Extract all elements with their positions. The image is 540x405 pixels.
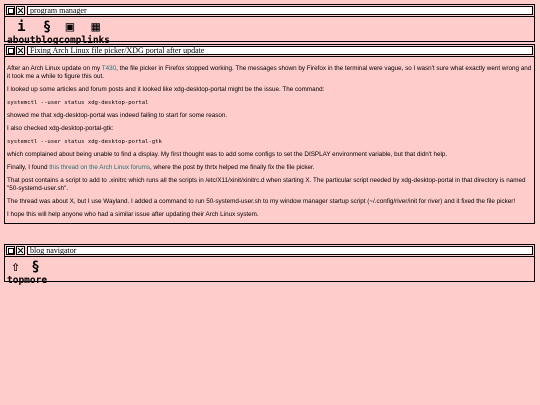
program-manager-window: program manager i about § blog ▣ comp ▦ … (4, 4, 535, 46)
program-manager-titlebar: program manager (5, 5, 534, 17)
article-window: Fixing Arch Linux file picker/XDG portal… (4, 44, 535, 224)
text: Finally, I found (7, 164, 50, 171)
section-icon: § (31, 259, 40, 275)
paragraph: I looked up some articles and forum post… (7, 86, 325, 93)
nav-top[interactable]: ⇧ top (7, 259, 24, 286)
links-icon: ▦ (91, 19, 100, 35)
program-icon-row: i about § blog ▣ comp ▦ links (5, 17, 534, 46)
nav-more[interactable]: § more (24, 259, 47, 286)
paragraph: The thread was about X, but I use Waylan… (7, 198, 516, 205)
article-body: After an Arch Linux update on my T430, t… (5, 57, 534, 223)
article-titlebar: Fixing Arch Linux file picker/XDG portal… (5, 45, 534, 57)
t430-link[interactable]: T430 (102, 65, 116, 72)
paragraph: Finally, I found this thread on the Arch… (7, 164, 532, 172)
forum-thread-link[interactable]: this thread on the Arch Linux forums (49, 164, 150, 171)
text: After an Arch Linux update on my (7, 65, 102, 72)
window-title: blog navigator (27, 246, 533, 255)
blog-navigator-window: blog navigator ⇧ top § more (4, 244, 535, 286)
close-button[interactable] (16, 46, 25, 55)
section-icon: § (42, 19, 52, 35)
program-blog[interactable]: § blog (36, 19, 59, 46)
article-title: Fixing Arch Linux file picker/XDG portal… (27, 46, 533, 55)
blog-navigator-titlebar: blog navigator (5, 245, 534, 257)
close-button[interactable] (16, 246, 25, 255)
minimize-button[interactable] (6, 246, 15, 255)
paragraph: I hope this will help anyone who had a s… (7, 211, 259, 218)
arrow-up-icon: ⇧ (11, 259, 20, 275)
paragraph: That post contains a script to add to .x… (7, 177, 526, 192)
text: , where the post by thrtx helped me fina… (150, 164, 315, 171)
minimize-button[interactable] (6, 46, 15, 55)
program-about[interactable]: i about (7, 19, 36, 46)
paragraph: showed me that xdg-desktop-portal was in… (7, 112, 228, 119)
code-block: systemctl --user status xdg-desktop-port… (7, 100, 149, 106)
minimize-button[interactable] (6, 6, 15, 15)
paragraph: After an Arch Linux update on my T430, t… (7, 65, 532, 81)
program-comp[interactable]: ▣ comp (59, 19, 82, 46)
paragraph: I also checked xdg-desktop-portal-gtk: (7, 125, 114, 132)
nav-label: more (24, 275, 48, 286)
code-block: systemctl --user status xdg-desktop-port… (7, 139, 162, 145)
program-links[interactable]: ▦ links (81, 19, 110, 46)
navigator-icon-row: ⇧ top § more (5, 257, 534, 286)
close-button[interactable] (16, 6, 25, 15)
nav-label: top (7, 275, 25, 286)
info-icon: i (17, 19, 26, 35)
paragraph: which complained about being unable to f… (7, 151, 448, 158)
window-title: program manager (27, 6, 533, 15)
computer-icon: ▣ (65, 19, 75, 35)
